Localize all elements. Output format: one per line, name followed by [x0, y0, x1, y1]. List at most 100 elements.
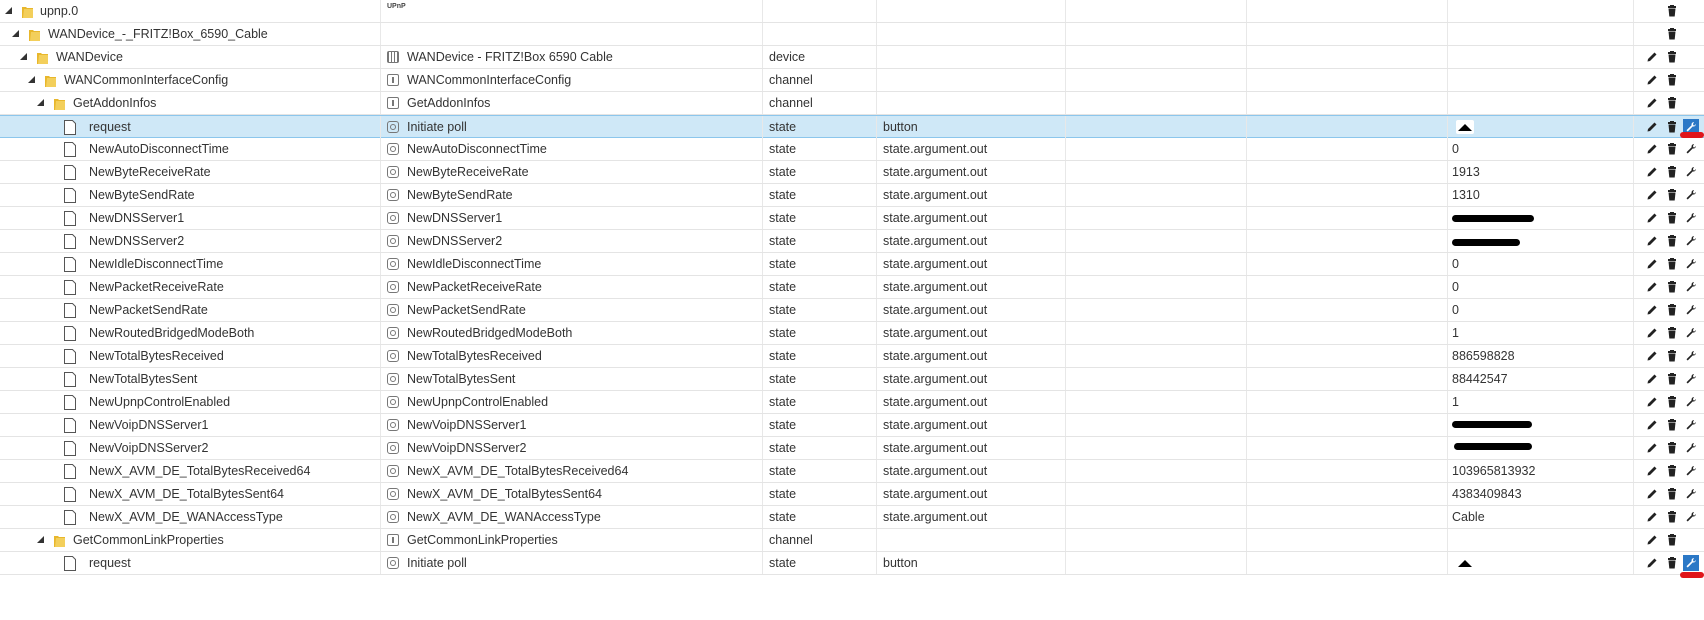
edit-pencil-icon[interactable]	[1646, 511, 1658, 523]
edit-pencil-icon[interactable]	[1646, 74, 1658, 86]
delete-trash-icon[interactable]	[1666, 557, 1678, 569]
tree-row-getcommonlinkproperties[interactable]: GetCommonLinkProperties GetCommonLinkPro…	[0, 529, 1704, 552]
edit-pencil-icon[interactable]	[1646, 189, 1658, 201]
settings-wrench-icon[interactable]	[1685, 235, 1697, 247]
delete-trash-icon[interactable]	[1666, 419, 1678, 431]
value-cell[interactable]: 0	[1448, 299, 1634, 321]
collapse-toggle-icon[interactable]	[37, 536, 44, 543]
value-cell[interactable]	[1448, 414, 1634, 436]
edit-pencil-icon[interactable]	[1646, 258, 1658, 270]
value-cell[interactable]: Cable	[1448, 506, 1634, 528]
edit-pencil-icon[interactable]	[1646, 304, 1658, 316]
settings-wrench-icon[interactable]	[1685, 442, 1697, 454]
settings-wrench-icon[interactable]	[1685, 143, 1697, 155]
collapse-toggle-icon[interactable]	[12, 30, 19, 37]
edit-pencil-icon[interactable]	[1646, 534, 1658, 546]
tree-row-state[interactable]: NewByteSendRate NewByteSendRate state st…	[0, 184, 1704, 207]
settings-wrench-icon[interactable]	[1685, 258, 1697, 270]
settings-wrench-icon[interactable]	[1685, 304, 1697, 316]
edit-pencil-icon[interactable]	[1646, 350, 1658, 362]
value-cell[interactable]	[1448, 207, 1634, 229]
edit-pencil-icon[interactable]	[1646, 488, 1658, 500]
edit-pencil-icon[interactable]	[1646, 121, 1658, 133]
tree-row-state[interactable]: NewX_AVM_DE_TotalBytesSent64 NewX_AVM_DE…	[0, 483, 1704, 506]
delete-trash-icon[interactable]	[1666, 350, 1678, 362]
edit-pencil-icon[interactable]	[1646, 212, 1658, 224]
tree-row-getaddoninfos[interactable]: GetAddonInfos GetAddonInfos channel	[0, 92, 1704, 115]
delete-trash-icon[interactable]	[1666, 373, 1678, 385]
value-cell[interactable]: 0	[1448, 138, 1634, 160]
collapse-toggle-icon[interactable]	[28, 76, 35, 83]
edit-pencil-icon[interactable]	[1646, 51, 1658, 63]
delete-trash-icon[interactable]	[1666, 121, 1678, 133]
delete-trash-icon[interactable]	[1666, 327, 1678, 339]
delete-trash-icon[interactable]	[1666, 28, 1678, 40]
settings-wrench-icon[interactable]	[1685, 350, 1697, 362]
delete-trash-icon[interactable]	[1666, 465, 1678, 477]
edit-pencil-icon[interactable]	[1646, 235, 1658, 247]
settings-wrench-icon[interactable]	[1685, 212, 1697, 224]
settings-wrench-icon[interactable]	[1685, 419, 1697, 431]
collapse-toggle-icon[interactable]	[37, 99, 44, 106]
settings-wrench-icon[interactable]	[1685, 511, 1697, 523]
edit-pencil-icon[interactable]	[1646, 557, 1658, 569]
delete-trash-icon[interactable]	[1666, 488, 1678, 500]
settings-wrench-icon[interactable]	[1685, 189, 1697, 201]
edit-pencil-icon[interactable]	[1646, 419, 1658, 431]
value-cell[interactable]: 886598828	[1448, 345, 1634, 367]
settings-wrench-icon[interactable]	[1685, 281, 1697, 293]
value-cell[interactable]: 103965813932	[1448, 460, 1634, 482]
tree-row-upnp-0[interactable]: upnp.0 UPnP	[0, 0, 1704, 23]
collapse-toggle-icon[interactable]	[5, 7, 12, 14]
delete-trash-icon[interactable]	[1666, 5, 1678, 17]
edit-pencil-icon[interactable]	[1646, 442, 1658, 454]
delete-trash-icon[interactable]	[1666, 511, 1678, 523]
delete-trash-icon[interactable]	[1666, 534, 1678, 546]
tree-row-state[interactable]: NewByteReceiveRate NewByteReceiveRate st…	[0, 161, 1704, 184]
value-cell[interactable]	[1448, 437, 1634, 459]
tree-row-state[interactable]: NewPacketSendRate NewPacketSendRate stat…	[0, 299, 1704, 322]
edit-pencil-icon[interactable]	[1646, 327, 1658, 339]
push-button-icon[interactable]	[1456, 556, 1474, 570]
tree-row-wandevice-fritzbox[interactable]: WANDevice_-_FRITZ!Box_6590_Cable	[0, 23, 1704, 46]
delete-trash-icon[interactable]	[1666, 304, 1678, 316]
delete-trash-icon[interactable]	[1666, 258, 1678, 270]
tree-row-wancommoninterfaceconfig[interactable]: WANCommonInterfaceConfig WANCommonInterf…	[0, 69, 1704, 92]
tree-row-state[interactable]: NewDNSServer1 NewDNSServer1 state state.…	[0, 207, 1704, 230]
tree-row-state[interactable]: NewAutoDisconnectTime NewAutoDisconnectT…	[0, 138, 1704, 161]
tree-row-request[interactable]: request Initiate poll state button	[0, 552, 1704, 575]
delete-trash-icon[interactable]	[1666, 166, 1678, 178]
value-cell[interactable]: 1	[1448, 322, 1634, 344]
settings-wrench-icon[interactable]	[1685, 373, 1697, 385]
value-cell[interactable]: 0	[1448, 276, 1634, 298]
tree-row-state[interactable]: NewX_AVM_DE_WANAccessType NewX_AVM_DE_WA…	[0, 506, 1704, 529]
delete-trash-icon[interactable]	[1666, 74, 1678, 86]
edit-pencil-icon[interactable]	[1646, 396, 1658, 408]
settings-wrench-icon[interactable]	[1685, 327, 1697, 339]
value-cell[interactable]: 88442547	[1448, 368, 1634, 390]
settings-wrench-icon[interactable]	[1685, 488, 1697, 500]
value-cell[interactable]: 0	[1448, 253, 1634, 275]
delete-trash-icon[interactable]	[1666, 212, 1678, 224]
value-cell[interactable]: 1310	[1448, 184, 1634, 206]
delete-trash-icon[interactable]	[1666, 281, 1678, 293]
value-cell[interactable]	[1448, 230, 1634, 252]
value-cell[interactable]: 4383409843	[1448, 483, 1634, 505]
settings-wrench-icon[interactable]	[1685, 396, 1697, 408]
delete-trash-icon[interactable]	[1666, 235, 1678, 247]
settings-wrench-icon[interactable]	[1683, 555, 1699, 571]
tree-row-state[interactable]: NewVoipDNSServer1 NewVoipDNSServer1 stat…	[0, 414, 1704, 437]
tree-row-state[interactable]: NewX_AVM_DE_TotalBytesReceived64 NewX_AV…	[0, 460, 1704, 483]
tree-row-wandevice[interactable]: WANDevice WANDevice - FRITZ!Box 6590 Cab…	[0, 46, 1704, 69]
tree-row-state[interactable]: NewIdleDisconnectTime NewIdleDisconnectT…	[0, 253, 1704, 276]
edit-pencil-icon[interactable]	[1646, 97, 1658, 109]
tree-row-state[interactable]: NewUpnpControlEnabled NewUpnpControlEnab…	[0, 391, 1704, 414]
value-cell[interactable]: 1	[1448, 391, 1634, 413]
tree-row-request-selected[interactable]: request Initiate poll state button	[0, 115, 1704, 138]
delete-trash-icon[interactable]	[1666, 143, 1678, 155]
edit-pencil-icon[interactable]	[1646, 281, 1658, 293]
collapse-toggle-icon[interactable]	[20, 53, 27, 60]
tree-row-state[interactable]: NewRoutedBridgedModeBoth NewRoutedBridge…	[0, 322, 1704, 345]
delete-trash-icon[interactable]	[1666, 396, 1678, 408]
settings-wrench-icon[interactable]	[1685, 465, 1697, 477]
